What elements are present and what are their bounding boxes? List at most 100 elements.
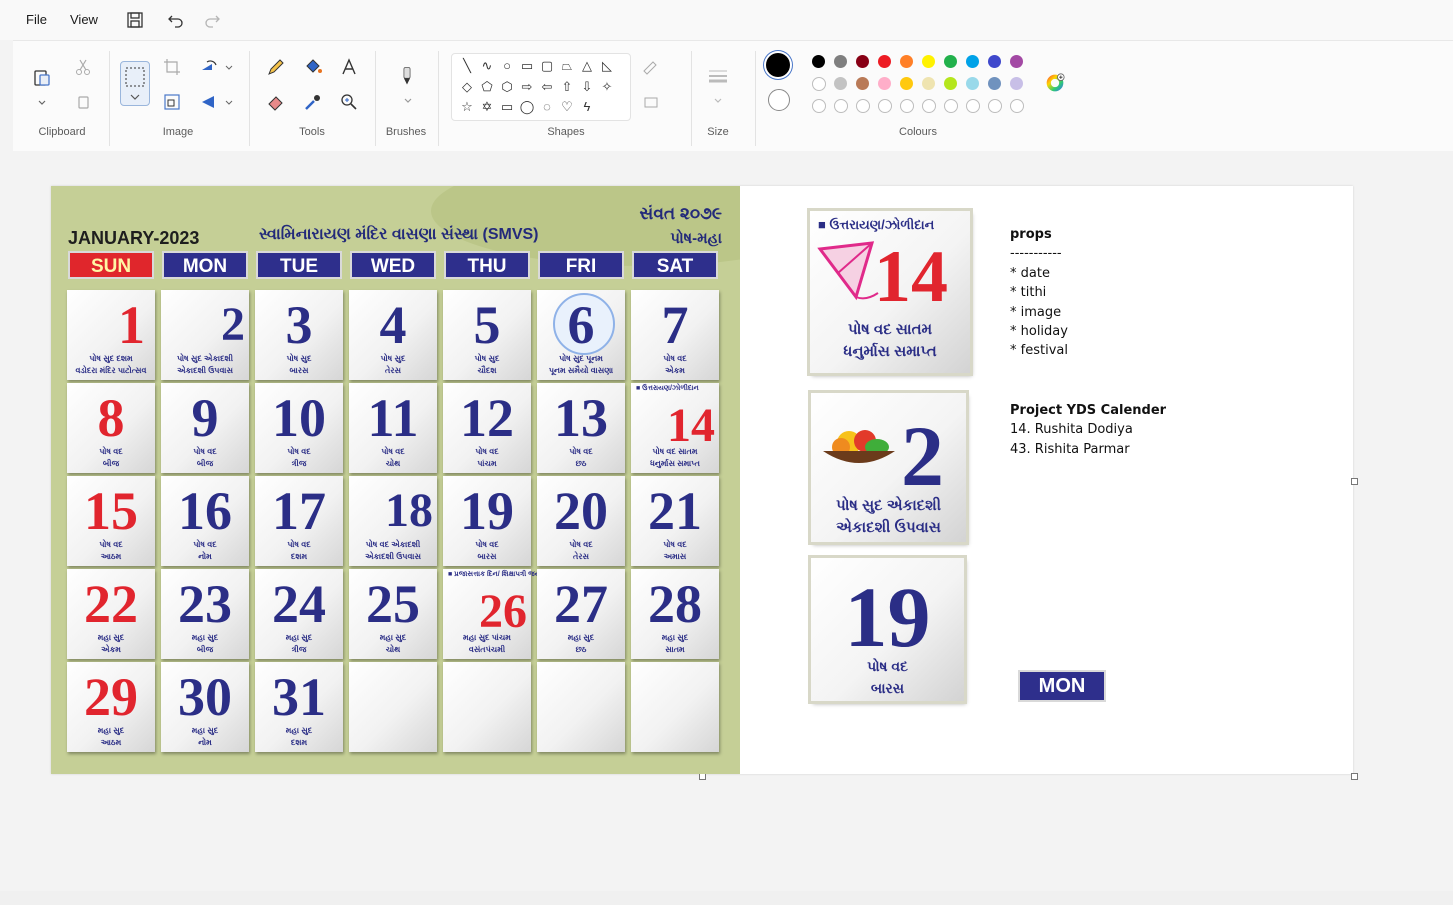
color-picker-icon[interactable] xyxy=(303,92,323,112)
undo-icon[interactable] xyxy=(166,10,186,30)
tithi-text: પોષ વદ એકાદશી xyxy=(365,540,421,549)
occasion-text: છઠ xyxy=(575,645,587,654)
cloud-callout-shape-icon[interactable]: ◌ xyxy=(538,98,556,116)
six-point-star-shape-icon[interactable]: ✡ xyxy=(478,98,496,116)
colour-swatch[interactable] xyxy=(988,55,1001,68)
polygon-shape-icon[interactable]: ⏢ xyxy=(558,57,576,75)
eraser-icon[interactable] xyxy=(266,92,286,112)
flip-dropdown-icon[interactable] xyxy=(219,92,233,112)
size-dropdown-icon[interactable] xyxy=(708,91,728,111)
select-button[interactable] xyxy=(120,61,150,106)
colour-swatch[interactable] xyxy=(944,77,957,90)
down-arrow-shape-icon[interactable]: ⇩ xyxy=(578,78,596,96)
colour-swatch[interactable] xyxy=(966,77,979,90)
colour-swatch[interactable] xyxy=(1010,55,1023,68)
colour-swatch[interactable] xyxy=(944,55,957,68)
line-shape-icon[interactable]: ╲ xyxy=(458,57,476,75)
heart-shape-icon[interactable]: ♡ xyxy=(558,98,576,116)
custom-colour-slot[interactable] xyxy=(1010,99,1024,113)
custom-colour-slot[interactable] xyxy=(966,99,980,113)
colour-swatch[interactable] xyxy=(856,55,869,68)
colour-swatch[interactable] xyxy=(1010,77,1023,90)
rotate-icon[interactable] xyxy=(199,57,219,77)
day-number: 21 xyxy=(648,481,702,541)
right-triangle-shape-icon[interactable]: ◺ xyxy=(598,57,616,75)
custom-colour-slot[interactable] xyxy=(922,99,936,113)
occasion-text: બારસ xyxy=(289,366,309,375)
magnifier-icon[interactable] xyxy=(339,92,359,112)
pentagon-shape-icon[interactable]: ⬠ xyxy=(478,78,496,96)
custom-colour-slot[interactable] xyxy=(900,99,914,113)
custom-colour-slot[interactable] xyxy=(988,99,1002,113)
oval-callout-shape-icon[interactable]: ◯ xyxy=(518,98,536,116)
colour-swatch[interactable] xyxy=(988,77,1001,90)
paste-dropdown-icon[interactable] xyxy=(32,93,52,113)
colour-swatch[interactable] xyxy=(878,77,891,90)
custom-colour-slot[interactable] xyxy=(944,99,958,113)
calendar-day-cell: 22 મહા સુદ એકમ xyxy=(67,569,155,659)
cut-icon[interactable] xyxy=(73,57,93,77)
secondary-colour[interactable] xyxy=(768,89,790,111)
colour-swatch[interactable] xyxy=(922,77,935,90)
rotate-dropdown-icon[interactable] xyxy=(219,57,233,77)
diamond-shape-icon[interactable]: ◇ xyxy=(458,78,476,96)
triangle-shape-icon[interactable]: △ xyxy=(578,57,596,75)
brush-dropdown-icon[interactable] xyxy=(398,91,418,111)
rectangle-shape-icon[interactable]: ▭ xyxy=(518,57,536,75)
colour-swatch[interactable] xyxy=(922,55,935,68)
resize-handle-corner[interactable] xyxy=(1351,773,1358,780)
view-menu[interactable]: View xyxy=(70,12,98,27)
calendar-day-cell: 20 પોષ વદ તેરસ xyxy=(537,476,625,566)
left-arrow-shape-icon[interactable]: ⇦ xyxy=(538,78,556,96)
colour-swatch[interactable] xyxy=(900,55,913,68)
redo-icon[interactable] xyxy=(202,10,222,30)
edit-colours-icon[interactable] xyxy=(1045,73,1069,97)
calendar-day-cell: 7 પોષ વદ એકમ xyxy=(631,290,719,380)
colour-swatch[interactable] xyxy=(900,77,913,90)
copy-icon[interactable] xyxy=(73,92,93,112)
oval-shape-icon[interactable]: ○ xyxy=(498,57,516,75)
colour-swatch[interactable] xyxy=(856,77,869,90)
right-arrow-shape-icon[interactable]: ⇨ xyxy=(518,78,536,96)
weekday-header: TUE xyxy=(256,251,342,279)
lightning-shape-icon[interactable]: ϟ xyxy=(578,98,596,116)
colour-swatch[interactable] xyxy=(878,55,891,68)
colour-swatch[interactable] xyxy=(966,55,979,68)
colour-swatch[interactable] xyxy=(834,77,847,90)
custom-colour-slot[interactable] xyxy=(878,99,892,113)
clip-2-number: 2 xyxy=(901,408,944,504)
colour-swatch[interactable] xyxy=(812,77,826,91)
flip-icon[interactable] xyxy=(199,92,219,112)
colour-swatch[interactable] xyxy=(812,55,825,68)
shape-fill-icon[interactable] xyxy=(641,92,661,112)
outline-icon[interactable] xyxy=(641,57,661,77)
occasion-text: તેરસ xyxy=(385,366,401,375)
resize-handle-right[interactable] xyxy=(1351,478,1358,485)
hexagon-shape-icon[interactable]: ⬡ xyxy=(498,78,516,96)
four-point-star-shape-icon[interactable]: ✧ xyxy=(598,78,616,96)
save-icon[interactable] xyxy=(125,10,145,30)
fill-icon[interactable] xyxy=(303,57,323,77)
props-notes: props ----------- * date * tithi * image… xyxy=(1010,225,1068,361)
pencil-icon[interactable] xyxy=(266,57,286,77)
curve-shape-icon[interactable]: ∿ xyxy=(478,57,496,75)
brush-icon[interactable] xyxy=(397,66,419,92)
resize-icon[interactable] xyxy=(162,92,182,112)
custom-colour-slot[interactable] xyxy=(834,99,848,113)
primary-colour[interactable] xyxy=(766,53,790,77)
custom-colour-slot[interactable] xyxy=(812,99,826,113)
colour-swatch[interactable] xyxy=(834,55,847,68)
resize-handle-bottom[interactable] xyxy=(699,773,706,780)
festival-tag: ■ ઉત્તરાયણ/ઝોળીદાન xyxy=(636,385,699,392)
five-point-star-shape-icon[interactable]: ☆ xyxy=(458,98,476,116)
rounded-rectangle-shape-icon[interactable]: ▢ xyxy=(538,57,556,75)
size-icon[interactable] xyxy=(708,66,728,86)
custom-colour-slot[interactable] xyxy=(856,99,870,113)
file-menu[interactable]: File xyxy=(26,12,47,27)
rect-callout-shape-icon[interactable]: ▭ xyxy=(498,98,516,116)
up-arrow-shape-icon[interactable]: ⇧ xyxy=(558,78,576,96)
text-icon[interactable] xyxy=(339,57,359,77)
crop-icon[interactable] xyxy=(162,57,182,77)
paste-icon[interactable] xyxy=(32,67,52,87)
separator xyxy=(249,51,250,146)
